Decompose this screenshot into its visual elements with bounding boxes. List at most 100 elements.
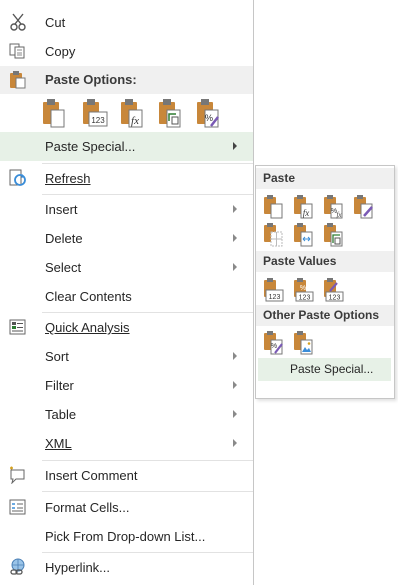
transpose-icon [324,223,343,247]
context-menu: Cut Copy Paste Options: 123 fx % Paste S… [0,0,254,585]
paste-formulas-icon: fx [294,195,313,219]
svg-text:%: % [205,113,213,123]
paste-icon [264,195,283,219]
cut-label: Cut [45,15,66,30]
paste-transpose-button[interactable] [156,99,184,131]
paste-formulas-number-format-icon: % fx [324,195,343,219]
sub-paste-formulas-button[interactable]: fx [292,195,314,219]
svg-text:123: 123 [269,294,281,301]
values-source-formatting-icon: 123 [324,278,344,302]
sub-keep-source-formatting-button[interactable] [352,195,374,219]
scissors-icon [8,13,28,31]
submenu-paste-header: Paste [256,168,394,189]
separator [42,491,254,492]
menu-item-clear-contents[interactable]: Clear Contents [0,282,254,311]
picture-icon [294,331,313,355]
menu-item-filter[interactable]: Filter [0,371,254,400]
svg-text:fx: fx [336,211,342,219]
comment-icon [8,466,28,485]
svg-text:%: % [300,285,306,292]
xml-label: XML [45,436,72,451]
refresh-icon [8,169,28,187]
sub-paste-button[interactable] [262,195,284,219]
sub-no-borders-button[interactable] [262,223,284,247]
sub-values-number-format-button[interactable]: % 123 [292,278,314,302]
insert-label: Insert [45,202,78,217]
menu-item-select[interactable]: Select [0,253,254,282]
refresh-label: Refresh [45,171,91,186]
menu-item-quick-analysis[interactable]: Quick Analysis [0,313,254,342]
format-cells-label: Format Cells... [45,500,130,515]
submenu-arrow-icon [233,410,237,418]
svg-text:fx: fx [303,208,310,218]
paste-special-label: Paste Special... [45,139,136,154]
sub-transpose-button[interactable] [322,223,344,247]
paste-options-row: 123 fx % [38,99,248,133]
sub-values-button[interactable]: 123 [262,278,284,302]
paste-formatting-icon: % [197,99,219,128]
quick-analysis-icon [8,318,28,336]
select-label: Select [45,260,82,275]
paste-button[interactable] [40,99,68,131]
menu-item-cut[interactable]: Cut [0,8,254,37]
menu-item-copy[interactable]: Copy [0,37,254,66]
menu-item-pick-from-list[interactable]: Pick From Drop-down List... [0,522,254,551]
values-number-format-icon: % 123 [294,278,314,302]
hyperlink-label: Hyperlink... [45,560,111,575]
menu-item-paste-special[interactable]: Paste Special... [0,132,254,161]
clear-contents-label: Clear Contents [45,289,132,304]
paste-transpose-icon [159,99,181,128]
menu-item-format-cells[interactable]: Format Cells... [0,493,254,522]
sub-values-source-formatting-button[interactable]: 123 [322,278,344,302]
paste-options-label: Paste Options: [45,72,137,87]
submenu-paste-values-header-label: Paste Values [263,254,337,268]
paste-values-button[interactable]: 123 [80,99,108,131]
menu-item-hyperlink[interactable]: Hyperlink... [0,553,254,582]
table-label: Table [45,407,77,422]
submenu-arrow-icon [233,205,237,213]
submenu-arrow-icon [233,381,237,389]
no-borders-icon [264,223,283,247]
quick-analysis-label: Quick Analysis [45,320,130,335]
submenu-arrow-icon [233,263,237,271]
delete-label: Delete [45,231,83,246]
paste-options-header: Paste Options: [0,66,254,94]
filter-label: Filter [45,378,74,393]
submenu-other-header: Other Paste Options [256,305,394,326]
keep-column-widths-icon [294,223,313,247]
sort-label: Sort [45,349,69,364]
submenu-arrow-icon [233,352,237,360]
paste-formatting-button[interactable]: % [194,99,222,131]
submenu-arrow-icon [233,234,237,242]
svg-text:fx: fx [131,115,139,127]
hyperlink-icon [8,558,28,576]
paste-formulas-button[interactable]: fx [118,99,146,131]
sub-paste-formulas-number-format-button[interactable]: % fx [322,195,344,219]
sub-paste-special-label: Paste Special... [290,362,374,376]
copy-icon [8,42,28,60]
menu-border [253,0,254,585]
submenu-other-header-label: Other Paste Options [263,308,380,322]
menu-item-table[interactable]: Table [0,400,254,429]
pick-from-list-label: Pick From Drop-down List... [45,529,206,544]
submenu-arrow-icon [233,142,237,150]
format-cells-icon [8,498,28,516]
menu-item-insert[interactable]: Insert [0,195,254,224]
sub-keep-column-widths-button[interactable] [292,223,314,247]
paste-special-submenu: Paste fx % fx Paste Values 123 % 123 123… [255,165,395,399]
menu-item-sort[interactable]: Sort [0,342,254,371]
paste-values-icon: 123 [83,99,108,127]
sub-picture-button[interactable] [292,331,314,355]
menu-item-insert-comment[interactable]: Insert Comment [0,461,254,490]
copy-label: Copy [45,44,76,59]
svg-text:%: % [271,343,277,350]
paste-values-icon: 123 [264,278,284,302]
menu-item-refresh[interactable]: Refresh [0,164,254,193]
sub-formatting-button[interactable]: % [262,331,284,355]
menu-item-xml[interactable]: XML [0,429,254,458]
menu-item-delete[interactable]: Delete [0,224,254,253]
paste-icon [43,99,65,128]
sub-paste-special-item[interactable]: Paste Special... [258,358,391,381]
keep-source-formatting-icon [354,195,373,219]
clipboard-icon [8,71,28,89]
